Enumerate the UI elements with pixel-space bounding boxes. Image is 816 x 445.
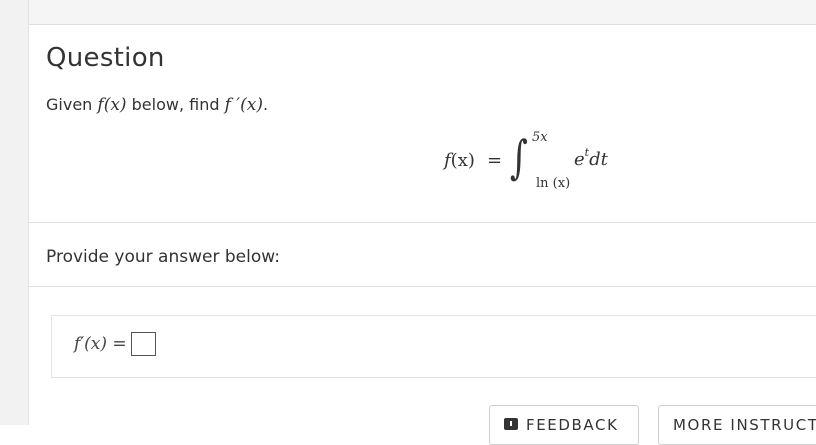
answer-input[interactable] — [131, 332, 156, 356]
question-prompt: Given f(x) below, find f ′(x). — [46, 95, 268, 115]
prompt-given-text: Given — [46, 95, 98, 114]
answer-expression: f′(x) = — [74, 334, 127, 354]
answer-label: Provide your answer below: — [46, 247, 280, 267]
more-instruction-button[interactable]: MORE INSTRUCTION — [658, 405, 816, 445]
formula-lhs: f(x) — [444, 150, 475, 171]
integrand-base: e — [574, 149, 585, 170]
formula-arg: (x) — [450, 150, 475, 171]
more-instruction-label: MORE INSTRUCTION — [673, 416, 816, 434]
top-strip — [29, 0, 816, 25]
answer-label-panel: Provide your answer below: — [29, 223, 816, 287]
answer-fprime: f′(x) — [74, 334, 108, 354]
prompt-fprime-symbol: f ′ — [224, 95, 241, 115]
integral-formula: f(x) = ∫ 5x ln (x) etdt — [444, 130, 644, 200]
prompt-x-arg: (x) — [103, 95, 127, 115]
integrand-exponent: t — [584, 146, 590, 159]
answer-area: f′(x) = FEEDBACK MORE INSTRUCTION — [29, 287, 816, 445]
formula-f: f — [444, 150, 451, 171]
feedback-button[interactable]: FEEDBACK — [489, 405, 639, 445]
integral-upper-limit: 5x — [532, 130, 548, 145]
prompt-mid-text: below, find — [126, 95, 225, 114]
lower-arg: (x) — [552, 176, 571, 191]
question-title: Question — [46, 43, 165, 73]
prompt-end-text: . — [263, 95, 269, 114]
feedback-icon — [504, 418, 518, 430]
answer-equals: = — [112, 334, 127, 354]
lower-ln: ln — [536, 176, 549, 191]
answer-box: f′(x) = — [51, 315, 816, 378]
left-gutter — [0, 0, 29, 425]
integrand-dt: dt — [589, 149, 608, 170]
integrand: etdt — [574, 146, 608, 170]
question-panel: Question Given f(x) below, find f ′(x). … — [29, 25, 816, 223]
integral-sign: ∫ — [510, 130, 528, 184]
prompt-x2-arg: (x) — [240, 95, 264, 115]
integral-lower-limit: ln (x) — [536, 176, 570, 191]
formula-equals: = — [487, 150, 503, 171]
feedback-button-label: FEEDBACK — [526, 416, 619, 434]
